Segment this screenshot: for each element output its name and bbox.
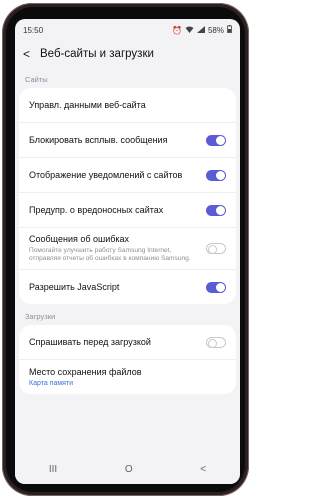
ask-before-download-item[interactable]: Спрашивать перед загрузкой (19, 325, 236, 360)
ask-before-download-toggle[interactable] (206, 336, 226, 348)
wifi-icon (185, 26, 194, 35)
error-reports-description: Помогайте улучшить работу Samsung Intern… (29, 247, 191, 262)
page-title: Веб-сайты и загрузки (40, 48, 154, 60)
block-popups-toggle[interactable] (206, 134, 226, 146)
save-location-label: Место сохранения файлов (29, 367, 142, 377)
recents-button[interactable]: III (49, 464, 57, 475)
row-text: Разрешить JavaScript (29, 276, 119, 299)
allow-javascript-label: Разрешить JavaScript (29, 281, 120, 292)
allow-javascript-item[interactable]: Разрешить JavaScript (19, 270, 236, 304)
save-location-value: Карта памяти (29, 380, 74, 387)
manage-site-data-label: Управл. данными веб-сайта (29, 99, 146, 110)
battery-icon (227, 25, 232, 35)
site-notifications-label: Отображение уведомлений с сайтов (29, 169, 183, 180)
status-bar: 15:50 ⏰ 58% (15, 19, 240, 41)
malicious-sites-warning-toggle[interactable] (206, 204, 226, 216)
row-text: Спрашивать перед загрузкой (29, 331, 151, 354)
back-arrow-icon[interactable]: < (23, 47, 30, 61)
battery-level: 58% (207, 25, 224, 35)
signal-icon (196, 25, 205, 35)
alarm-icon: ⏰ (172, 25, 182, 35)
ask-before-download-label: Спрашивать перед загрузкой (29, 336, 151, 347)
malicious-sites-warning-label: Предупр. о вредоносных сайтах (29, 204, 164, 215)
error-reports-label: Сообщения об ошибках (29, 234, 130, 244)
home-button[interactable]: O (125, 464, 133, 475)
status-icons: ⏰ 58% (172, 25, 232, 35)
downloads-settings-card: Спрашивать перед загрузкой Место сохране… (19, 325, 236, 394)
save-location-item[interactable]: Место сохранения файлов Карта памяти (19, 360, 236, 394)
back-button[interactable]: < (200, 464, 206, 475)
site-notifications-item[interactable]: Отображение уведомлений с сайтов (19, 158, 236, 193)
navigation-bar: III O < (15, 454, 240, 484)
manage-site-data-item[interactable]: Управл. данными веб-сайта (19, 88, 236, 123)
row-text: Блокировать всплыв. сообщения (29, 129, 167, 152)
row-text: Место сохранения файлов Карта памяти (29, 361, 142, 393)
phone-frame: 15:50 ⏰ 58% < Веб-сайты и загрузки Сайты (2, 3, 249, 496)
error-reports-item[interactable]: Сообщения об ошибках Помогайте улучшить … (19, 228, 236, 270)
app-header: < Веб-сайты и загрузки (15, 41, 240, 67)
section-title-sites: Сайты (25, 75, 48, 84)
row-text: Управл. данными веб-сайта (29, 94, 146, 117)
status-time: 15:50 (23, 25, 44, 35)
row-text: Отображение уведомлений с сайтов (29, 164, 182, 187)
section-title-downloads: Загрузки (25, 312, 56, 321)
sites-settings-card: Управл. данными веб-сайта Блокировать вс… (19, 88, 236, 304)
error-reports-toggle[interactable] (206, 243, 226, 254)
malicious-sites-warning-item[interactable]: Предупр. о вредоносных сайтах (19, 193, 236, 228)
block-popups-label: Блокировать всплыв. сообщения (29, 134, 168, 145)
site-notifications-toggle[interactable] (206, 169, 226, 181)
row-text: Предупр. о вредоносных сайтах (29, 199, 163, 222)
screen: 15:50 ⏰ 58% < Веб-сайты и загрузки Сайты (15, 19, 240, 484)
row-text: Сообщения об ошибках Помогайте улучшить … (29, 228, 200, 269)
allow-javascript-toggle[interactable] (206, 281, 226, 293)
block-popups-item[interactable]: Блокировать всплыв. сообщения (19, 123, 236, 158)
